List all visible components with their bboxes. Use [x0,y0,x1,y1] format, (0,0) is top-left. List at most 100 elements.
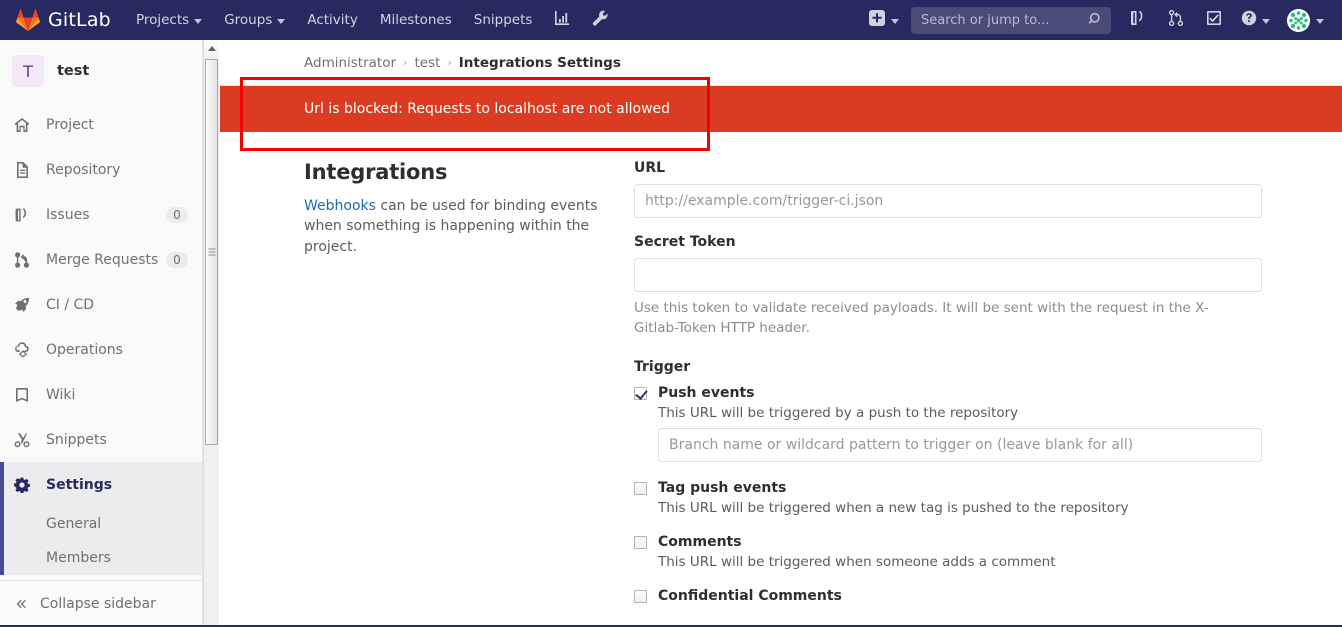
trigger-comments: Comments This URL will be triggered when… [634,534,1262,570]
double-chevron-left-icon [14,597,28,611]
webhook-form: URL Secret Token Use this token to valid… [634,160,1342,617]
comments-description: This URL will be triggered when someone … [658,553,1056,570]
issues-count-badge: 0 [166,206,188,223]
sidebar-project-header[interactable]: T test [0,40,202,102]
comments-checkbox[interactable] [634,535,647,549]
chevron-down-icon [1316,18,1324,24]
nav-todos-button[interactable] [1195,0,1233,40]
sidebar-item-settings[interactable]: Settings [0,462,202,507]
sidebar-item-project[interactable]: Project [0,102,202,147]
sidebar-settings-submenu: General Members [0,507,202,575]
nav-merge-requests-button[interactable] [1157,0,1195,40]
alert-message: Url is blocked: Requests to localhost ar… [304,101,671,117]
scrollbar-thumb[interactable] [205,59,218,445]
merge-icon [14,251,36,268]
sidebar-item-label: Merge Requests [46,251,159,268]
collapse-sidebar-label: Collapse sidebar [40,596,156,612]
rocket-icon [14,297,36,313]
chevron-down-icon [277,18,286,24]
sidebar-item-label: Wiki [46,386,76,403]
wrench-icon [592,10,608,30]
sidebar-scrollbar[interactable] [203,40,219,627]
tag-push-events-label: Tag push events [658,479,787,496]
tag-push-events-description: This URL will be triggered when a new ta… [658,499,1129,516]
sidebar-item-label: Settings [46,476,113,493]
merge-request-icon [1168,9,1184,30]
tag-push-events-checkbox[interactable] [634,481,647,495]
collapse-sidebar-button[interactable]: Collapse sidebar [0,580,202,627]
nav-projects-label: Projects [135,12,190,28]
confidential-comments-checkbox[interactable] [634,589,647,603]
nav-item-groups[interactable]: Groups [213,0,296,40]
nav-item-activity[interactable]: Activity [296,0,369,40]
trigger-tag-push-events: Tag push events This URL will be trigger… [634,480,1262,516]
sidebar-item-snippets[interactable]: Snippets [0,417,202,462]
nav-activity-label: Activity [307,12,358,28]
integrations-panel: Integrations Webhooks can be used for bi… [220,132,1342,617]
sidebar-item-label: Snippets [46,431,107,448]
sidebar-subitem-general[interactable]: General [0,507,202,541]
sidebar-item-issues[interactable]: Issues 0 [0,192,202,237]
gear-icon [14,477,36,493]
merge-requests-count-badge: 0 [166,251,188,268]
url-input[interactable] [634,184,1262,218]
sidebar-item-label: Operations [46,341,123,358]
triangle-up-icon [207,46,216,51]
gitlab-brand-link[interactable]: GitLab [0,0,125,40]
brand-title: GitLab [48,9,111,31]
nav-help-button[interactable] [1233,0,1277,40]
nav-item-projects[interactable]: Projects [125,0,213,40]
breadcrumb-item-test[interactable]: test [414,55,440,71]
confidential-comments-label: Confidential Comments [658,587,842,604]
project-initial-avatar: T [12,55,44,87]
sidebar-item-merge-requests[interactable]: Merge Requests 0 [0,237,202,282]
search-input[interactable]: Search or jump to... [911,6,1111,34]
breadcrumb-item-administrator[interactable]: Administrator [304,55,396,71]
breadcrumb-separator-icon: › [403,56,408,69]
scrollbar-up-arrow[interactable] [204,40,219,57]
push-events-branch-wrap [658,427,1262,462]
push-events-branch-input[interactable] [658,427,1262,462]
user-menu-button[interactable] [1277,0,1332,40]
secret-token-input[interactable] [634,258,1262,292]
sidebar-item-wiki[interactable]: Wiki [0,372,202,417]
scissors-icon [14,432,36,448]
chevron-down-icon [194,18,203,24]
document-icon [14,161,36,178]
nav-groups-label: Groups [224,12,273,28]
search-icon [1088,11,1103,30]
sidebar-nav-list: Project Repository Issues 0 Merge Reques… [0,102,202,507]
webhooks-link[interactable]: Webhooks [304,198,376,214]
avatar [1287,8,1310,32]
trigger-section-title: Trigger [634,358,691,375]
question-circle-icon [1241,10,1257,30]
sidebar-item-ci-cd[interactable]: CI / CD [0,282,202,327]
panel-description-column: Integrations Webhooks can be used for bi… [220,160,634,617]
nav-item-milestones[interactable]: Milestones [369,0,463,40]
breadcrumb: Administrator › test › Integrations Sett… [220,40,1342,86]
main-content: Administrator › test › Integrations Sett… [220,40,1342,627]
top-navbar: GitLab Projects Groups Activity Mileston… [0,0,1342,40]
sidebar-item-repository[interactable]: Repository [0,147,202,192]
breadcrumb-separator-icon: › [447,56,452,69]
issues-icon [1130,10,1146,30]
secret-token-field-group: Secret Token Use this token to validate … [634,234,1262,339]
secret-token-label: Secret Token [634,234,736,250]
nav-issues-button[interactable] [1119,0,1157,40]
nav-chart-button[interactable] [543,0,581,40]
chevron-down-icon [1261,18,1270,24]
sidebar-item-label: CI / CD [46,296,95,313]
sidebar-subitem-members[interactable]: Members [0,541,202,575]
scrollbar-track[interactable] [204,447,219,627]
new-item-button[interactable] [859,0,907,40]
url-field-group: URL [634,160,1262,218]
navbar-left-group: GitLab Projects Groups Activity Mileston… [0,0,619,40]
sidebar-item-operations[interactable]: Operations [0,327,202,372]
nav-item-snippets[interactable]: Snippets [463,0,544,40]
nav-admin-wrench-button[interactable] [581,0,619,40]
push-events-checkbox[interactable] [634,386,647,400]
alert-banner: Url is blocked: Requests to localhost ar… [220,86,1342,132]
comments-label: Comments [658,533,742,550]
push-events-label: Push events [658,384,755,401]
book-icon [14,387,36,403]
